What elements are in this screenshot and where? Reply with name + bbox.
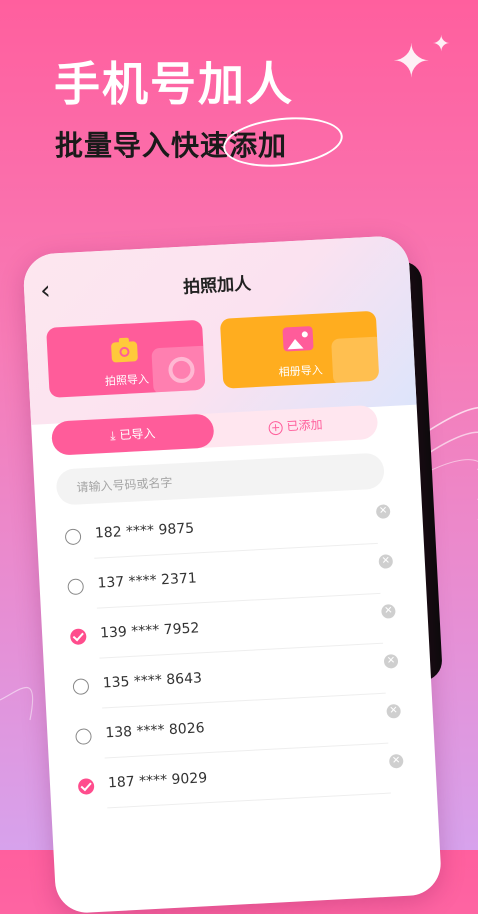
radio-button[interactable] — [75, 728, 92, 745]
phone-number: 187 **** 9029 — [107, 770, 208, 792]
delete-icon[interactable]: ✕ — [388, 753, 404, 769]
album-import-button[interactable]: 相册导入 — [219, 310, 380, 389]
delete-icon[interactable]: ✕ — [381, 604, 396, 619]
radio-button[interactable] — [67, 578, 85, 596]
radio-button-checked[interactable] — [77, 778, 95, 795]
headline: 手机号加人 — [54, 57, 294, 111]
radio-button[interactable] — [64, 528, 82, 546]
delete-icon[interactable]: ✕ — [375, 504, 391, 519]
phone-number: 138 **** 8026 — [104, 720, 205, 742]
tab-added-label: 已添加 — [286, 417, 323, 434]
photo-import-button[interactable]: 拍照导入 — [46, 319, 206, 398]
phone-number: 135 **** 8643 — [102, 670, 203, 692]
phone-number: 139 **** 7952 — [99, 620, 200, 642]
search-bar — [55, 452, 385, 507]
subline-prefix: 批量导入快速 — [55, 129, 230, 162]
picture-icon — [282, 326, 314, 352]
delete-icon[interactable]: ✕ — [386, 703, 402, 719]
camera-icon — [110, 341, 138, 363]
subline: 批量导入快速添加 — [55, 111, 346, 173]
phone-mockup: ‹ 拍照加人 拍照导入 相册导入 ⤓已导入 +已添加 182 **** 9875… — [22, 234, 443, 914]
delete-icon[interactable]: ✕ — [383, 654, 399, 669]
radio-button[interactable] — [72, 678, 90, 696]
delete-icon[interactable]: ✕ — [378, 554, 394, 569]
tab-imported[interactable]: ⤓ 已导入 — [51, 413, 215, 456]
plus-circle-icon: + — [268, 420, 283, 435]
tab-added[interactable]: + 已添加 — [213, 405, 379, 448]
radio-button-checked[interactable] — [69, 628, 87, 646]
tab-imported-label: 已导入 — [119, 426, 156, 443]
sparkle-small-icon: ✦ — [432, 32, 451, 57]
import-icon: ⤓ — [109, 428, 116, 443]
divider — [107, 792, 391, 809]
sparkle-icon: ✦ — [392, 34, 431, 88]
contact-list: 182 **** 9875 ✕ 137 **** 2371 ✕ 139 ****… — [56, 498, 411, 815]
phone-number: 137 **** 2371 — [97, 570, 198, 592]
phone-number: 182 **** 9875 — [94, 520, 195, 542]
search-input[interactable] — [73, 453, 370, 507]
highlight-circle — [220, 111, 346, 173]
